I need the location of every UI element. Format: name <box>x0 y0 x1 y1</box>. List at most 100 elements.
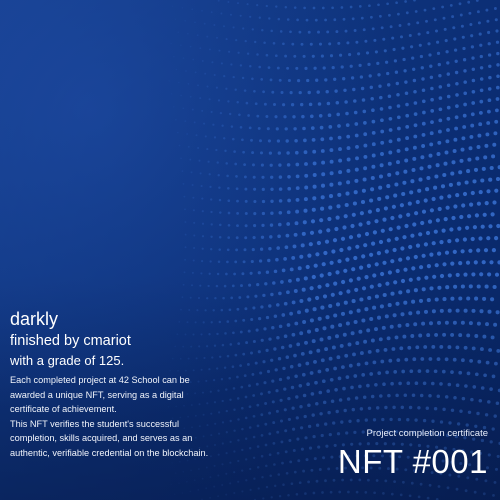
background-dot <box>310 392 315 396</box>
background-dot <box>401 369 406 374</box>
background-dot <box>429 131 434 136</box>
background-dot <box>452 249 457 254</box>
background-dot <box>355 156 359 161</box>
background-dot <box>476 321 481 326</box>
background-dot <box>241 490 244 493</box>
background-dot <box>271 400 275 404</box>
background-dot <box>367 349 372 354</box>
background-dot <box>356 233 362 238</box>
background-dot <box>227 1 230 3</box>
background-dot <box>317 445 321 449</box>
background-dot <box>208 173 211 176</box>
background-dot <box>435 218 440 223</box>
background-dot <box>272 41 276 45</box>
background-dot <box>237 459 240 463</box>
background-dot <box>369 198 374 203</box>
background-dot <box>460 284 465 289</box>
background-dot <box>404 80 408 84</box>
background-dot <box>395 301 400 306</box>
background-dot <box>350 331 355 336</box>
background-dot <box>432 7 436 10</box>
background-dot <box>245 101 249 105</box>
background-dot <box>308 446 313 450</box>
background-dot <box>295 395 299 399</box>
background-dot <box>478 398 483 403</box>
background-dot <box>248 283 252 287</box>
background-dot <box>386 184 391 189</box>
background-dot <box>440 184 446 189</box>
background-dot <box>189 296 192 299</box>
background-dot <box>204 135 207 138</box>
background-dot <box>396 225 401 230</box>
background-dot <box>253 199 257 204</box>
background-dot <box>293 6 297 9</box>
background-dot <box>488 348 493 352</box>
background-dot <box>210 198 213 201</box>
background-dot <box>269 474 272 478</box>
background-dot <box>345 111 349 116</box>
background-dot <box>227 100 230 103</box>
background-dot <box>297 363 302 367</box>
background-dot <box>413 0 416 2</box>
background-dot <box>468 146 473 151</box>
background-dot <box>233 150 236 153</box>
background-dot <box>324 422 328 426</box>
background-dot <box>405 136 410 141</box>
background-dot <box>338 291 343 296</box>
background-dot <box>307 480 310 484</box>
background-dot <box>346 41 350 45</box>
background-dot <box>312 149 317 154</box>
background-dot <box>384 405 388 410</box>
background-dot <box>320 206 325 211</box>
background-dot <box>426 298 431 303</box>
background-dot <box>442 297 447 302</box>
background-dot <box>331 249 336 254</box>
background-dot <box>455 308 460 313</box>
background-dot <box>335 270 340 275</box>
background-dot <box>476 284 481 289</box>
background-dot <box>246 295 250 299</box>
background-dot <box>243 163 247 167</box>
background-dot <box>310 219 316 224</box>
background-dot <box>487 272 492 277</box>
background-dot <box>235 39 238 42</box>
background-dot <box>181 296 184 299</box>
background-dot <box>221 484 224 486</box>
background-dot <box>246 362 250 366</box>
background-dot <box>328 432 332 437</box>
background-dot <box>233 272 236 276</box>
background-dot <box>260 235 265 239</box>
background-dot <box>408 277 413 282</box>
background-dot <box>452 149 457 153</box>
background-dot <box>189 158 192 161</box>
background-dot <box>261 476 264 479</box>
background-dot <box>376 61 380 66</box>
background-dot <box>488 75 492 80</box>
background-dot <box>318 468 322 471</box>
background-dot <box>304 162 308 166</box>
background-dot <box>420 66 424 70</box>
background-dot <box>256 53 259 56</box>
background-dot <box>192 196 195 199</box>
background-dot <box>387 172 392 177</box>
background-dot <box>215 284 219 288</box>
background-dot <box>397 126 401 131</box>
background-dot <box>236 101 239 104</box>
background-dot <box>427 219 433 224</box>
background-dot <box>342 386 346 391</box>
background-dot <box>345 257 350 262</box>
background-dot <box>405 125 410 129</box>
background-dot <box>470 123 475 128</box>
background-dot <box>206 85 209 88</box>
background-dot <box>416 310 421 315</box>
background-dot <box>309 42 313 46</box>
background-dot <box>288 439 292 442</box>
background-dot <box>489 260 494 265</box>
background-dot <box>403 393 408 398</box>
background-dot <box>439 273 445 279</box>
background-dot <box>181 492 184 494</box>
background-dot <box>395 393 399 398</box>
background-dot <box>455 81 459 86</box>
background-dot <box>307 403 311 407</box>
background-dot <box>201 9 203 12</box>
